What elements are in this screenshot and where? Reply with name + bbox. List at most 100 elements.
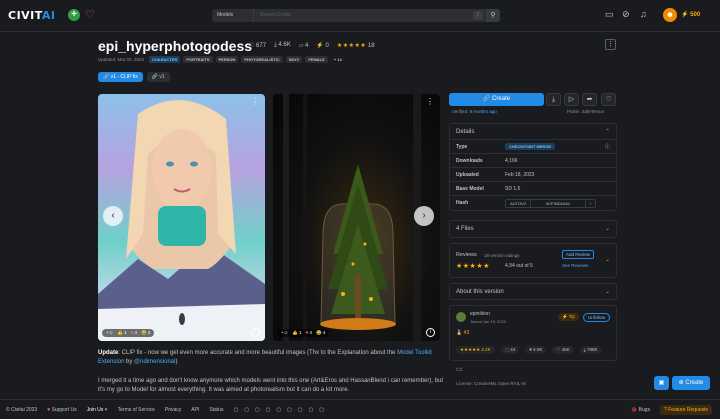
carousel-next-button[interactable]: › xyxy=(414,206,434,226)
hash-selector[interactable]: AUTOV2 0CF30D1A01 › xyxy=(505,198,597,208)
search-input[interactable]: Search Civitai xyxy=(260,12,291,18)
creator-avatar[interactable] xyxy=(456,312,466,322)
more-options-icon[interactable]: ⋮ xyxy=(605,39,616,50)
reviews-count: 18 version ratings xyxy=(484,253,520,258)
creator-rank: 🏅 #3 xyxy=(456,330,470,336)
video-icon[interactable]: ▭ xyxy=(605,9,614,20)
detail-row-base-model: Base Model SD 1.5 xyxy=(450,182,616,196)
image-info-icon[interactable]: i xyxy=(251,328,260,337)
create-button[interactable]: 🔗 Create xyxy=(449,93,544,106)
creator-card: epinikion Joined Jan 19, 2023 🏅 #3 ⚡ Tip… xyxy=(449,305,617,361)
bugs-link[interactable]: 🐞 Bugs xyxy=(631,407,650,413)
tag-portraits[interactable]: PORTRAITS xyxy=(183,56,213,63)
chat-icon[interactable]: ▣ xyxy=(654,376,669,390)
social-icons[interactable]: ▢▢▢▢▢▢▢▢▢ xyxy=(234,407,331,413)
privacy-link[interactable]: Privacy xyxy=(165,407,181,413)
tag-character[interactable]: CHARACTER xyxy=(149,56,181,63)
preview-image-portrait[interactable]: ⋮ +☺ 👍 1 ♥ 4 😂 4 i xyxy=(98,94,265,341)
reviews-title: Reviews xyxy=(456,252,477,258)
about-version-card[interactable]: About this version ⌄ xyxy=(449,283,617,300)
add-review-button[interactable]: Add Review xyxy=(562,250,595,259)
reviews-card: Reviews 18 version ratings ★★★★★ 4.94 ou… xyxy=(449,243,617,278)
floating-create-button[interactable]: ⊕ Create xyxy=(672,376,710,390)
files-card[interactable]: 4 Files ⌄ xyxy=(449,220,617,238)
description-body: I merged it a time ago and don't know an… xyxy=(98,378,443,393)
search-category-select[interactable]: Models xyxy=(212,9,254,22)
reviews-score: 4.94 out of 5 xyxy=(505,263,533,269)
create-plus-icon[interactable]: + xyxy=(68,9,80,21)
tag-photorealistic[interactable]: PHOTOREALISTIC xyxy=(241,56,283,63)
tag-sexy[interactable]: SEXY xyxy=(285,56,303,63)
image-reactions[interactable]: +☺ 👍 1 ♥ 4 😂 4 xyxy=(277,329,330,337)
license-text[interactable]: License: CreativeML Open RAIL-M xyxy=(456,381,526,386)
support-us-link[interactable]: ♥ Support Us xyxy=(47,407,76,413)
files-header: 4 Files ⌄ xyxy=(456,226,610,232)
rating-stat: ★★★★★ 18 xyxy=(336,43,375,49)
ndimensional-link[interactable]: @ndimensional xyxy=(134,359,175,365)
heart-icon[interactable]: ♡ xyxy=(85,8,95,21)
search-shortcut-badge: / xyxy=(473,11,483,20)
tips-stat: ⚡ 0 xyxy=(316,43,329,49)
detail-row-type: Type CHECKPOINT MERGE ⓘ xyxy=(450,140,616,154)
top-header: CIVITAI + ♡ Models Search Civitai / ⚲ ▭ … xyxy=(0,0,720,32)
reviews-stars: ★★★★★ xyxy=(456,263,490,270)
image-options-icon[interactable]: ⋮ xyxy=(251,97,259,106)
join-us-link[interactable]: Join Us ♥ xyxy=(87,407,108,413)
description-update: Update: CLIP fix - now we get even more … xyxy=(98,350,432,365)
favorite-heart-icon[interactable]: ♡ xyxy=(601,93,616,106)
download-icon[interactable]: ⤓ xyxy=(546,93,561,106)
safetensor-status: Pickle: SafeTensor xyxy=(567,109,605,114)
more-tags[interactable]: + 14 xyxy=(331,56,345,63)
avatar[interactable]: ☻ xyxy=(663,8,677,22)
bell-icon[interactable]: ♫ xyxy=(640,9,647,19)
image-options-icon[interactable]: ⋮ xyxy=(426,97,434,106)
share-icon[interactable]: ➦ xyxy=(582,93,597,106)
tag-row: Updated: Mar 03, 2023 CHARACTER PORTRAIT… xyxy=(98,56,345,63)
unfollow-button[interactable]: Unfollow xyxy=(583,313,611,322)
detail-row-downloads: Downloads 4,166 xyxy=(450,154,616,168)
version-tab-v1-clip-fix[interactable]: 🔗 v1 - CLIP fix xyxy=(98,72,143,82)
comments-stat: ▱ 4 xyxy=(298,43,309,49)
likes-stat: ♡ 677 xyxy=(249,43,267,49)
details-card: Details ⌃ Type CHECKPOINT MERGE ⓘ Downloads… xyxy=(449,123,617,211)
tag-female[interactable]: FEMALE xyxy=(305,56,328,63)
terms-link[interactable]: Terms of Service xyxy=(118,407,155,413)
eye-off-icon[interactable]: ⊘ xyxy=(622,9,630,20)
creator-joined: Joined Jan 19, 2023 xyxy=(470,319,507,324)
info-icon[interactable]: ⓘ xyxy=(605,143,610,150)
downloads-stat: ⤓ 4.6K xyxy=(274,42,291,48)
creator-name[interactable]: epinikion xyxy=(470,311,490,317)
details-header[interactable]: Details ⌃ xyxy=(450,124,616,140)
updated-date: Updated: Mar 03, 2023 xyxy=(98,57,145,62)
search-bar[interactable]: Models Search Civitai / ⚲ xyxy=(212,9,500,22)
chevron-down-icon: ⌄ xyxy=(604,289,610,295)
creator-stats: ★★★★★ 2.4K ⬚ 44 ♥ 4.0K ♡ 45K ⤓ 785K xyxy=(456,346,602,354)
version-tab-v1[interactable]: 🔗 v1 xyxy=(146,72,170,82)
tag-person[interactable]: PERSON xyxy=(215,56,239,63)
footer-copyright: © Civitai 2023 xyxy=(6,406,38,413)
footer: © Civitai 2023 ♥ Support Us Join Us ♥ Te… xyxy=(0,399,720,419)
play-icon[interactable]: ▷ xyxy=(564,93,579,106)
see-reviews-link[interactable]: See Reviews xyxy=(562,263,588,268)
carousel-prev-button[interactable]: ‹ xyxy=(103,206,123,226)
verified-link[interactable]: 8 months ago xyxy=(470,109,497,114)
detail-row-hash: Hash AUTOV2 0CF30D1A01 › xyxy=(450,196,616,210)
status-link[interactable]: Status xyxy=(209,407,223,413)
detail-row-uploaded: Uploaded Feb 18, 2023 xyxy=(450,168,616,182)
chevron-up-icon: ⌃ xyxy=(604,129,610,135)
civitai-logo[interactable]: CIVITAI xyxy=(8,9,56,22)
video-camera-icon[interactable]: ▭ xyxy=(456,365,463,373)
api-link[interactable]: API xyxy=(191,407,199,413)
buzz-balance[interactable]: ⚡ 500 xyxy=(681,11,700,18)
version-tabs: 🔗 v1 - CLIP fix 🔗 v1 xyxy=(98,72,170,82)
page-title: epi_hyperphotogodess xyxy=(98,38,253,54)
image-info-icon[interactable]: i xyxy=(426,328,435,337)
portrait-artwork xyxy=(98,100,265,341)
model-stats: ♡ 677 ⤓ 4.6K ▱ 4 ⚡ 0 ★★★★★ 18 xyxy=(249,42,375,49)
feature-requests-button[interactable]: ? Feature Requests xyxy=(660,404,712,415)
about-header: About this version ⌄ xyxy=(456,289,610,295)
search-icon[interactable]: ⚲ xyxy=(486,9,500,22)
image-reactions[interactable]: +☺ 👍 1 ♥ 4 😂 4 xyxy=(102,329,155,337)
tip-button[interactable]: ⚡ Tip xyxy=(558,313,579,321)
chevron-down-icon: ⌄ xyxy=(604,226,610,232)
